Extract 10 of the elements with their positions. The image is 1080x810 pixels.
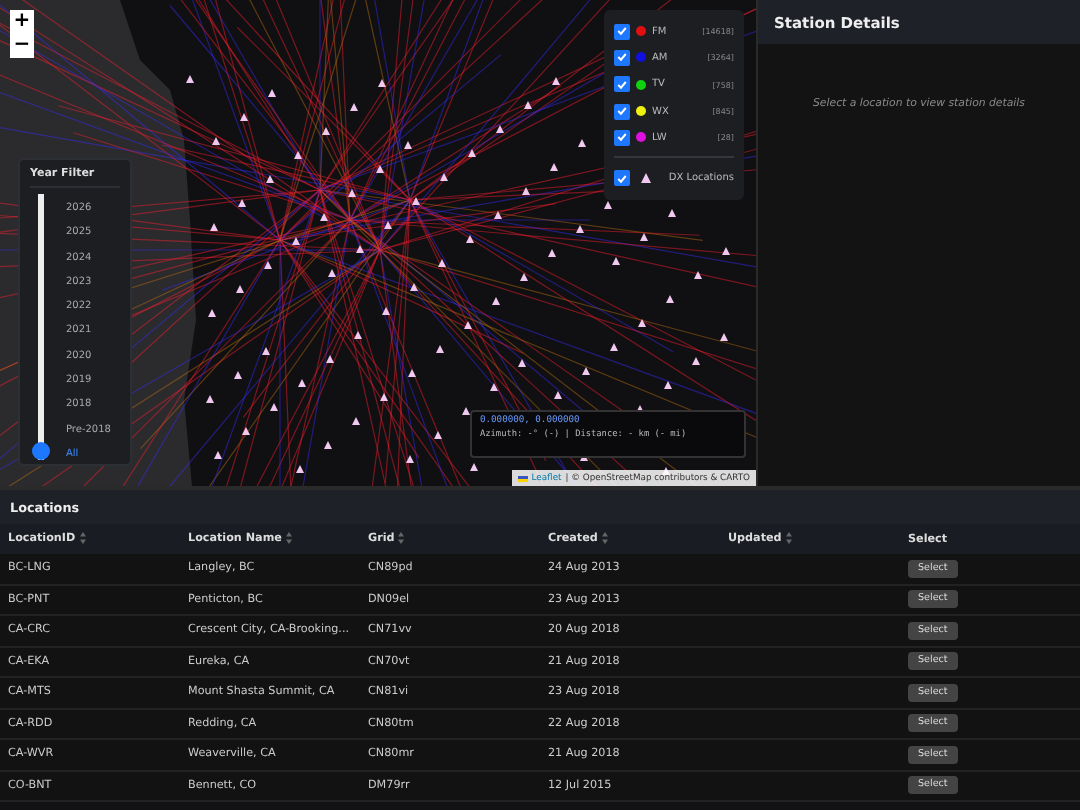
layer-checkbox[interactable] (614, 170, 630, 187)
layer-checkbox[interactable] (614, 76, 630, 93)
slider-thumb[interactable] (32, 442, 50, 460)
triangle-icon (640, 172, 652, 185)
layer-checkbox[interactable] (614, 23, 630, 40)
flag-icon (517, 475, 528, 481)
layer-checkbox[interactable] (614, 103, 630, 120)
year-slider[interactable] (32, 194, 50, 460)
layer-checkbox[interactable] (614, 129, 630, 146)
layer-checkbox[interactable] (614, 49, 630, 66)
